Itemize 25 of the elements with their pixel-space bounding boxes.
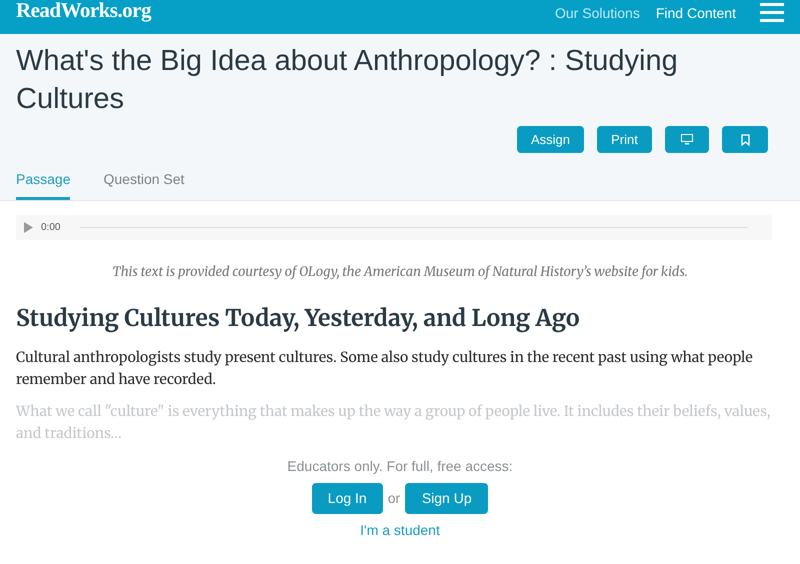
present-button[interactable]	[665, 126, 709, 153]
menu-icon[interactable]	[760, 3, 784, 23]
tab[interactable]: Passage	[16, 169, 70, 200]
page-title: What's the Big Idea about Anthropology? : Studying Cultures	[16, 44, 679, 117]
bookmark-button[interactable]	[722, 126, 768, 153]
audio-player[interactable]: 0:00	[16, 215, 772, 240]
action-button[interactable]: Print	[597, 126, 652, 153]
play-icon[interactable]	[24, 222, 33, 233]
bookmark-icon	[740, 134, 750, 146]
monitor-icon	[681, 134, 693, 145]
login-button[interactable]: Log In	[312, 483, 383, 514]
passage-paragraph: Cultural anthropologists study present cultures. Some also study cultures in the recent past using what people remember and have recorded.	[16, 347, 754, 390]
signup-button[interactable]: Sign Up	[405, 483, 488, 514]
tab[interactable]: Question Set	[103, 169, 184, 200]
section-heading: Studying Cultures Today, Yesterday, and Long Ago	[16, 302, 581, 334]
access-message: Educators only. For full, free access:	[287, 457, 513, 476]
action-button[interactable]: Assign	[516, 126, 584, 153]
student-link[interactable]: I'm a student	[360, 520, 440, 541]
logo[interactable]: ReadWorks.org	[16, 0, 151, 27]
courtesy-note: This text is provided courtesy of OLogy, the American Museum of Natural History’s website for kids.	[111, 262, 689, 282]
nav-link[interactable]: Find Content	[656, 2, 736, 24]
or-separator: or	[388, 489, 400, 508]
nav-link[interactable]: Our Solutions	[555, 2, 640, 24]
passage-paragraph: What we call "culture" is everything that makes up the way a group of people live. It includes their beliefs, values, and traditions…	[16, 401, 772, 444]
audio-time: 0:00	[41, 221, 60, 235]
